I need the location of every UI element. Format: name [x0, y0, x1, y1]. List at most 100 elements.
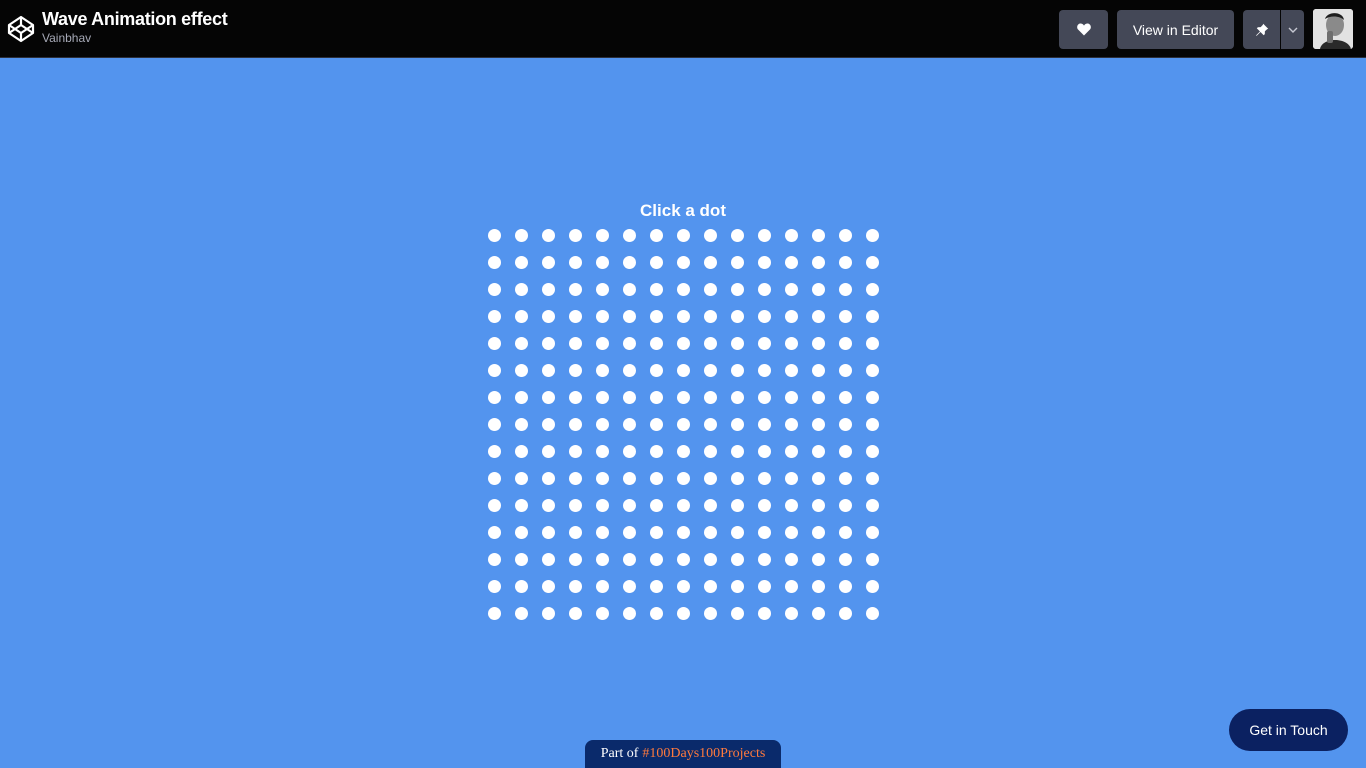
dot[interactable]	[832, 519, 859, 546]
dot[interactable]	[535, 384, 562, 411]
dot[interactable]	[589, 249, 616, 276]
dot[interactable]	[724, 465, 751, 492]
dot[interactable]	[643, 276, 670, 303]
dot[interactable]	[724, 438, 751, 465]
dot[interactable]	[778, 357, 805, 384]
dot[interactable]	[859, 492, 886, 519]
dot[interactable]	[562, 249, 589, 276]
dot[interactable]	[562, 546, 589, 573]
dot[interactable]	[535, 465, 562, 492]
dot[interactable]	[724, 357, 751, 384]
dot[interactable]	[670, 330, 697, 357]
dot[interactable]	[589, 546, 616, 573]
dot[interactable]	[724, 546, 751, 573]
dot[interactable]	[832, 411, 859, 438]
dot[interactable]	[724, 573, 751, 600]
dot[interactable]	[805, 249, 832, 276]
dot[interactable]	[643, 438, 670, 465]
dot[interactable]	[697, 465, 724, 492]
dot[interactable]	[751, 303, 778, 330]
dot[interactable]	[751, 249, 778, 276]
dot[interactable]	[697, 546, 724, 573]
dot[interactable]	[778, 465, 805, 492]
dot[interactable]	[805, 303, 832, 330]
dot[interactable]	[643, 303, 670, 330]
dot[interactable]	[481, 222, 508, 249]
dot[interactable]	[697, 357, 724, 384]
dot[interactable]	[670, 438, 697, 465]
dot[interactable]	[481, 438, 508, 465]
dot[interactable]	[562, 357, 589, 384]
dot[interactable]	[481, 384, 508, 411]
dot[interactable]	[697, 222, 724, 249]
dot[interactable]	[643, 249, 670, 276]
dot[interactable]	[859, 330, 886, 357]
dot[interactable]	[643, 465, 670, 492]
dot[interactable]	[751, 357, 778, 384]
dot[interactable]	[805, 330, 832, 357]
dot[interactable]	[778, 600, 805, 627]
dot[interactable]	[778, 492, 805, 519]
dot[interactable]	[562, 438, 589, 465]
dot[interactable]	[778, 519, 805, 546]
dot[interactable]	[616, 492, 643, 519]
dot[interactable]	[616, 465, 643, 492]
dot[interactable]	[832, 438, 859, 465]
dot[interactable]	[670, 222, 697, 249]
dot[interactable]	[508, 357, 535, 384]
dot[interactable]	[481, 330, 508, 357]
dot[interactable]	[724, 276, 751, 303]
dot[interactable]	[562, 411, 589, 438]
pin-button[interactable]	[1243, 10, 1280, 49]
dot[interactable]	[724, 411, 751, 438]
dot[interactable]	[589, 492, 616, 519]
dot[interactable]	[481, 357, 508, 384]
dot[interactable]	[508, 411, 535, 438]
dot[interactable]	[670, 357, 697, 384]
dot[interactable]	[535, 411, 562, 438]
dot[interactable]	[562, 384, 589, 411]
dot[interactable]	[670, 303, 697, 330]
dot[interactable]	[751, 384, 778, 411]
dot[interactable]	[859, 438, 886, 465]
dot[interactable]	[589, 222, 616, 249]
dot[interactable]	[535, 357, 562, 384]
dot[interactable]	[832, 276, 859, 303]
dot[interactable]	[670, 465, 697, 492]
dot[interactable]	[508, 465, 535, 492]
dot[interactable]	[751, 546, 778, 573]
dot[interactable]	[697, 438, 724, 465]
dot[interactable]	[697, 303, 724, 330]
dot[interactable]	[724, 600, 751, 627]
dot[interactable]	[535, 600, 562, 627]
dot[interactable]	[778, 222, 805, 249]
dot[interactable]	[778, 546, 805, 573]
dot[interactable]	[697, 411, 724, 438]
dot[interactable]	[805, 519, 832, 546]
dot[interactable]	[508, 519, 535, 546]
dot[interactable]	[832, 330, 859, 357]
badge-hashtag-link[interactable]: #100Days100Projects	[642, 746, 765, 762]
dot[interactable]	[562, 276, 589, 303]
dot[interactable]	[616, 600, 643, 627]
dot[interactable]	[805, 384, 832, 411]
dot[interactable]	[589, 276, 616, 303]
like-button[interactable]	[1059, 10, 1108, 49]
dot[interactable]	[643, 222, 670, 249]
dot[interactable]	[643, 546, 670, 573]
dot[interactable]	[508, 330, 535, 357]
codepen-logo-icon[interactable]	[6, 14, 36, 44]
dot[interactable]	[805, 357, 832, 384]
dot[interactable]	[670, 519, 697, 546]
dot[interactable]	[481, 492, 508, 519]
dot[interactable]	[589, 357, 616, 384]
dot[interactable]	[859, 303, 886, 330]
dot[interactable]	[832, 357, 859, 384]
dot[interactable]	[832, 384, 859, 411]
dot[interactable]	[589, 438, 616, 465]
dot[interactable]	[832, 492, 859, 519]
dot[interactable]	[508, 249, 535, 276]
dot[interactable]	[778, 438, 805, 465]
dot[interactable]	[670, 492, 697, 519]
dot[interactable]	[481, 600, 508, 627]
